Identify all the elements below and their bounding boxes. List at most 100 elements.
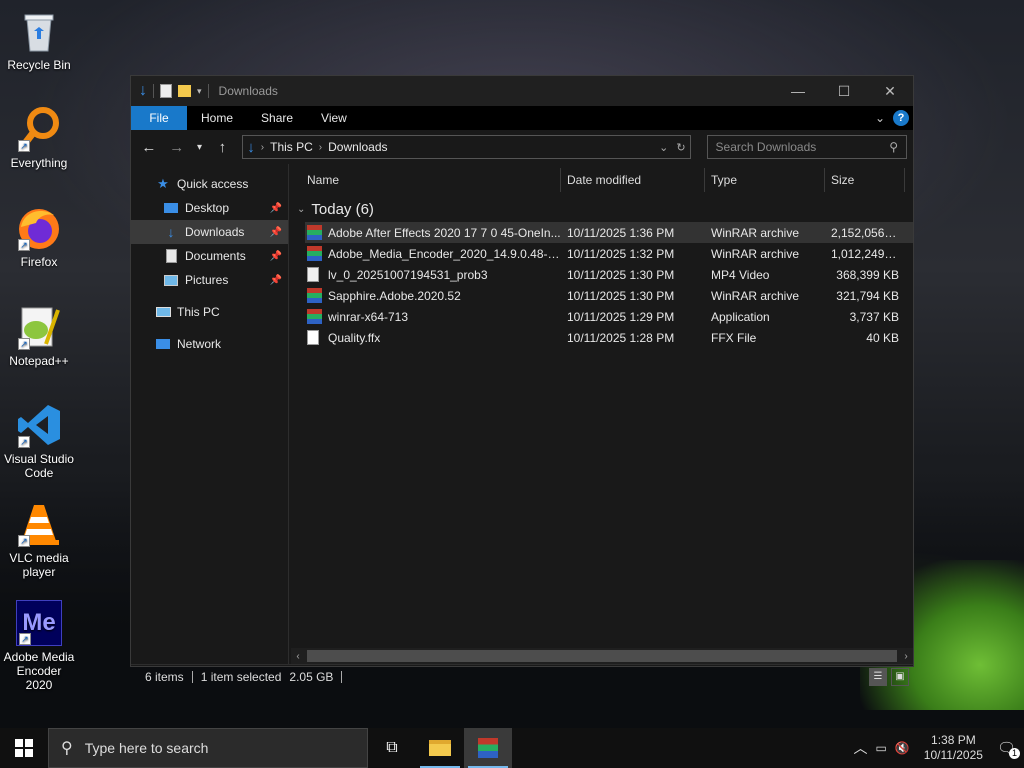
nav-pictures[interactable]: Pictures 📌 bbox=[131, 268, 288, 292]
search-icon[interactable]: ⚲ bbox=[889, 140, 898, 154]
properties-icon[interactable] bbox=[160, 84, 172, 98]
volume-muted-icon[interactable]: 🔇 bbox=[895, 741, 910, 755]
scroll-right-arrow-icon[interactable]: › bbox=[899, 651, 913, 662]
expand-ribbon-icon[interactable]: ⌄ bbox=[875, 111, 885, 125]
chevron-up-icon[interactable]: ︿ bbox=[853, 738, 867, 758]
nav-desktop[interactable]: Desktop 📌 bbox=[131, 196, 288, 220]
file-row[interactable]: lv_0_20251007194531_prob3 10/11/2025 1:30… bbox=[305, 264, 913, 285]
column-name[interactable]: Name bbox=[289, 168, 561, 192]
title-bar[interactable]: ↓ ▾ Downloads — ☐ ✕ bbox=[131, 76, 913, 106]
forward-button[interactable]: → bbox=[165, 139, 189, 156]
breadcrumb-this-pc[interactable]: This PC bbox=[270, 140, 313, 154]
desktop-icon-firefox[interactable]: ↗ Firefox bbox=[2, 205, 76, 269]
file-size: 321,794 KB bbox=[836, 288, 899, 303]
nav-label: Documents bbox=[185, 249, 246, 263]
tab-home[interactable]: Home bbox=[187, 106, 247, 130]
task-view-button[interactable]: ⧉ bbox=[368, 728, 416, 768]
search-box[interactable]: ⚲ bbox=[706, 135, 907, 159]
window-title: Downloads bbox=[218, 84, 278, 98]
large-icons-view-button[interactable]: ▣ bbox=[891, 667, 909, 686]
file-name: winrar-x64-713 bbox=[328, 309, 409, 324]
breadcrumb-downloads[interactable]: Downloads bbox=[328, 140, 387, 154]
file-row[interactable]: winrar-x64-713 10/11/2025 1:29 PM Applicat… bbox=[305, 306, 913, 327]
file-name-cell: Adobe After Effects 2020 17 7 0 45-OneIn… bbox=[305, 225, 561, 240]
tab-file[interactable]: File bbox=[131, 106, 187, 130]
nav-downloads[interactable]: ↓ Downloads 📌 bbox=[131, 220, 288, 244]
taskbar-winrar[interactable] bbox=[464, 728, 512, 768]
divider bbox=[153, 84, 154, 98]
shortcut-arrow-icon: ↗ bbox=[19, 633, 31, 645]
back-button[interactable]: ← bbox=[137, 139, 161, 156]
new-folder-icon[interactable] bbox=[178, 85, 191, 97]
nav-quick-access[interactable]: ★ Quick access bbox=[131, 172, 288, 196]
horizontal-scrollbar[interactable]: ‹ › bbox=[291, 648, 913, 664]
up-button[interactable]: ↑ bbox=[210, 139, 234, 156]
file-date: 10/11/2025 1:32 PM bbox=[567, 246, 675, 261]
scrollbar-thumb[interactable] bbox=[307, 650, 897, 662]
nav-this-pc[interactable]: This PC bbox=[131, 300, 288, 324]
chevron-down-icon[interactable]: ⌄ bbox=[659, 141, 668, 154]
file-type: WinRAR archive bbox=[711, 225, 800, 240]
clock[interactable]: 1:38 PM 10/11/2025 bbox=[918, 733, 989, 763]
file-size: 2,152,056 KB bbox=[831, 225, 901, 240]
minimize-button[interactable]: — bbox=[775, 76, 821, 106]
file-row[interactable]: Adobe After Effects 2020 17 7 0 45-OneIn… bbox=[305, 222, 913, 243]
file-name: Quality.ffx bbox=[328, 330, 381, 345]
winrar-icon bbox=[307, 246, 322, 261]
maximize-button[interactable]: ☐ bbox=[821, 76, 867, 106]
search-icon: ⚲ bbox=[61, 740, 73, 757]
notepad-plus-plus-icon: ↗ bbox=[16, 304, 62, 350]
address-bar[interactable]: ↓ › This PC › Downloads ⌄ ↻ bbox=[242, 135, 691, 159]
desktop-icon-label: Visual Studio Code bbox=[4, 452, 74, 480]
column-type[interactable]: Type bbox=[705, 168, 825, 192]
column-size[interactable]: Size bbox=[825, 168, 905, 192]
winrar-icon bbox=[307, 225, 322, 240]
desktop-icon-adobe-media-encoder[interactable]: Me ↗ Adobe Media Encoder 2020 bbox=[2, 600, 76, 692]
desktop-icon-vscode[interactable]: ↗ Visual Studio Code bbox=[2, 402, 76, 480]
notification-center-button[interactable]: 🗨 1 bbox=[997, 739, 1020, 759]
help-icon[interactable]: ? bbox=[893, 110, 909, 126]
column-date-modified[interactable]: Date modified bbox=[561, 168, 705, 192]
recent-locations-button[interactable]: ▾ bbox=[193, 142, 207, 153]
file-row[interactable]: Quality.ffx 10/11/2025 1:28 PM FFX File 40 … bbox=[305, 327, 913, 348]
pin-icon[interactable]: 📌 bbox=[270, 251, 282, 262]
download-arrow-icon: ↓ bbox=[167, 224, 175, 240]
divider bbox=[341, 670, 343, 683]
refresh-icon[interactable]: ↻ bbox=[676, 141, 685, 154]
search-input[interactable] bbox=[715, 140, 890, 154]
pin-icon[interactable]: 📌 bbox=[270, 203, 282, 214]
desktop-icon-recycle-bin[interactable]: Recycle Bin bbox=[2, 8, 76, 72]
desktop-icon-vlc[interactable]: ↗ VLC media player bbox=[2, 501, 76, 579]
pin-icon[interactable]: 📌 bbox=[270, 275, 282, 286]
nav-network[interactable]: Network bbox=[131, 332, 288, 356]
notification-count-badge: 1 bbox=[1009, 748, 1020, 759]
network-icon[interactable]: ▭ bbox=[875, 741, 886, 755]
desktop-icon-everything[interactable]: ↗ Everything bbox=[2, 106, 76, 170]
nav-documents[interactable]: Documents 📌 bbox=[131, 244, 288, 268]
pin-icon[interactable]: 📌 bbox=[270, 227, 282, 238]
tab-view[interactable]: View bbox=[307, 106, 361, 130]
clock-date: 10/11/2025 bbox=[923, 748, 983, 762]
divider bbox=[207, 84, 209, 98]
file-size: 1,012,249 KB bbox=[831, 246, 901, 261]
group-header-today[interactable]: ⌄ Today (6) bbox=[289, 196, 913, 222]
file-date: 10/11/2025 1:36 PM bbox=[567, 225, 675, 240]
taskbar-search-box[interactable]: ⚲ Type here to search bbox=[48, 728, 368, 768]
file-row[interactable]: Adobe_Media_Encoder_2020_14.9.0.48-O... 1… bbox=[305, 243, 913, 264]
scroll-left-arrow-icon[interactable]: ‹ bbox=[291, 651, 305, 662]
taskbar-file-explorer[interactable] bbox=[416, 728, 464, 768]
chevron-down-icon[interactable]: ⌄ bbox=[297, 204, 305, 215]
desktop-icon-notepad-plus-plus[interactable]: ↗ Notepad++ bbox=[2, 304, 76, 368]
download-arrow-icon: ↓ bbox=[247, 138, 255, 156]
close-button[interactable]: ✕ bbox=[867, 76, 913, 106]
navigation-bar: ← → ▾ ↑ ↓ › This PC › Downloads ⌄ ↻ ⚲ bbox=[131, 130, 913, 164]
ribbon-tabs: File Home Share View ⌄ ? bbox=[131, 106, 913, 130]
file-list: Name Date modified Type Size ⌄ Today (6)… bbox=[289, 164, 913, 664]
shortcut-arrow-icon: ↗ bbox=[18, 140, 30, 152]
start-button[interactable] bbox=[0, 728, 48, 768]
file-row[interactable]: Sapphire.Adobe.2020.52 10/11/2025 1:30 PM… bbox=[305, 285, 913, 306]
tab-share[interactable]: Share bbox=[247, 106, 307, 130]
details-view-button[interactable]: ☰ bbox=[869, 667, 887, 686]
file-size: 40 KB bbox=[866, 330, 899, 345]
customize-toolbar-icon[interactable]: ▾ bbox=[197, 86, 202, 97]
